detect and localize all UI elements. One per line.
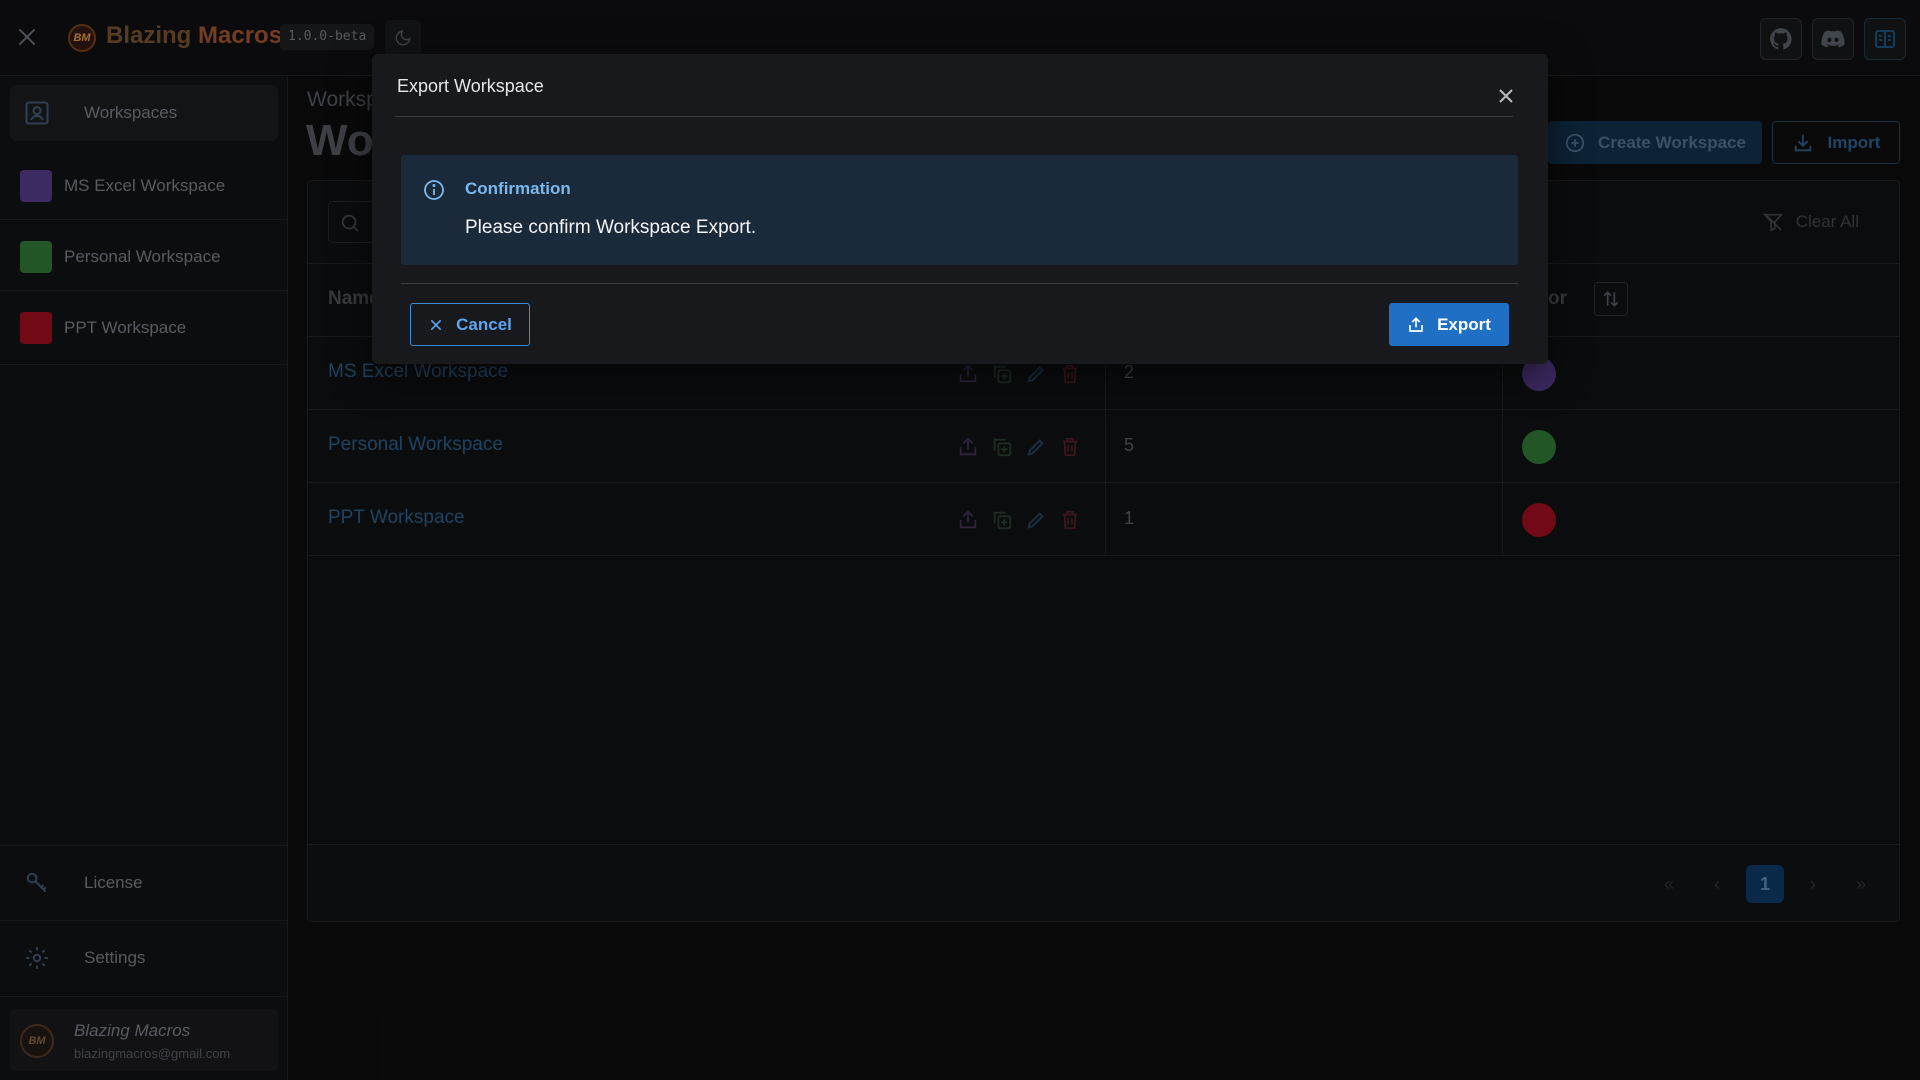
divider bbox=[401, 283, 1518, 284]
message-text: Please confirm Workspace Export. bbox=[465, 217, 757, 238]
close-icon bbox=[428, 317, 444, 333]
message-heading: Confirmation bbox=[465, 179, 571, 198]
export-icon bbox=[1407, 316, 1425, 334]
export-button[interactable]: Export bbox=[1389, 303, 1509, 346]
export-workspace-dialog: Export Workspace Confirmation Please con… bbox=[372, 54, 1548, 364]
dialog-title: Export Workspace bbox=[397, 76, 544, 96]
info-icon bbox=[422, 178, 446, 202]
close-icon[interactable] bbox=[1494, 84, 1518, 108]
cancel-button[interactable]: Cancel bbox=[410, 303, 530, 346]
divider bbox=[395, 116, 1513, 117]
confirmation-message: Confirmation Please confirm Workspace Ex… bbox=[401, 155, 1518, 265]
